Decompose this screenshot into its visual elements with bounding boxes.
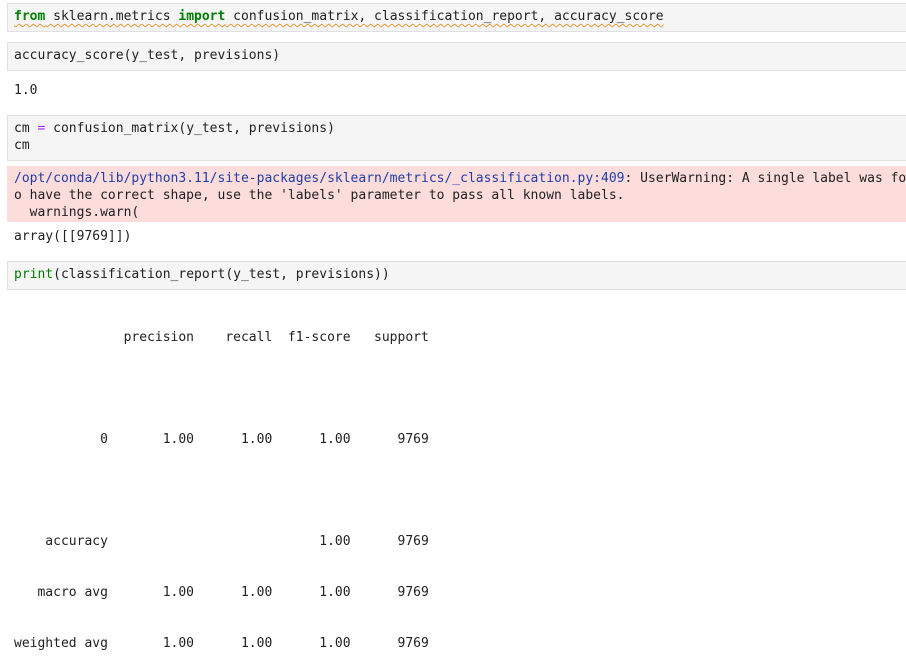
report-line: 0 1.00 1.00 1.00 9769 bbox=[14, 432, 429, 447]
cm-line-2: cm bbox=[14, 138, 30, 153]
warning-message: : UserWarning: A single label was fo bbox=[624, 171, 906, 186]
import-statement: from sklearn.metrics import confusion_ma… bbox=[14, 9, 664, 24]
report-line bbox=[14, 380, 899, 397]
code-cell-confusion-matrix[interactable]: cm = confusion_matrix(y_test, previsions… bbox=[7, 115, 906, 161]
accuracy-output: 1.0 bbox=[14, 83, 38, 98]
code-cell-import[interactable]: from sklearn.metrics import confusion_ma… bbox=[7, 3, 906, 32]
cm-var: cm bbox=[14, 121, 38, 136]
print-builtin: print bbox=[14, 267, 54, 282]
cm-output: array([[9769]]) bbox=[14, 229, 132, 244]
report-line: accuracy 1.00 9769 bbox=[14, 534, 429, 549]
cm-call: confusion_matrix(y_test, previsions) bbox=[45, 121, 335, 136]
report-line: weighted avg 1.00 1.00 1.00 9769 bbox=[14, 636, 429, 651]
classification-report-output: precision recall f1-score support 0 1.00… bbox=[7, 295, 906, 669]
report-line: macro avg 1.00 1.00 1.00 9769 bbox=[14, 585, 429, 600]
code-cell-classification-report[interactable]: print(classification_report(y_test, prev… bbox=[7, 261, 906, 290]
warning-file-path: /opt/conda/lib/python3.11/site-packages/… bbox=[14, 171, 625, 186]
report-line: precision recall f1-score support bbox=[14, 330, 429, 345]
warning-output: /opt/conda/lib/python3.11/site-packages/… bbox=[7, 166, 906, 222]
warning-line-3: warnings.warn( bbox=[14, 205, 140, 220]
warning-line-1: /opt/conda/lib/python3.11/site-packages/… bbox=[14, 170, 906, 187]
cm-line-1: cm = confusion_matrix(y_test, previsions… bbox=[14, 120, 900, 137]
module-name: sklearn.metrics bbox=[45, 9, 179, 24]
keyword-from: from bbox=[14, 9, 46, 24]
report-call: (classification_report(y_test, prevision… bbox=[53, 267, 390, 282]
accuracy-code: accuracy_score(y_test, previsions) bbox=[14, 48, 281, 63]
code-cell-accuracy[interactable]: accuracy_score(y_test, previsions) bbox=[7, 42, 906, 71]
imported-names: confusion_matrix, classification_report,… bbox=[225, 9, 664, 24]
report-line bbox=[14, 482, 899, 499]
warning-line-2: o have the correct shape, use the 'label… bbox=[14, 188, 625, 203]
keyword-import: import bbox=[178, 9, 226, 24]
